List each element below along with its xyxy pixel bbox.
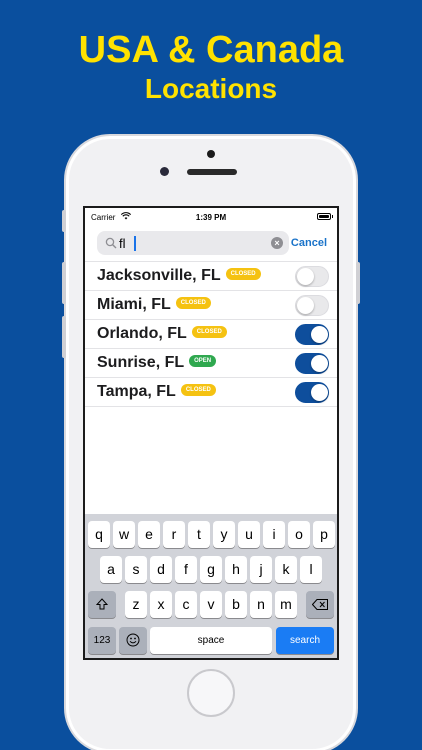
key-f[interactable]: f <box>175 556 197 583</box>
location-name: Jacksonville, FL CLOSED <box>97 267 261 285</box>
key-y[interactable]: y <box>213 521 235 548</box>
phone-mute-switch <box>62 210 66 232</box>
toggle-knob <box>297 297 314 314</box>
key-s[interactable]: s <box>125 556 147 583</box>
key-h[interactable]: h <box>225 556 247 583</box>
status-badge: CLOSED <box>180 383 216 396</box>
text-caret <box>134 236 136 251</box>
numbers-key[interactable]: 123 <box>88 627 116 654</box>
key-q[interactable]: q <box>88 521 110 548</box>
locations-list: Jacksonville, FL CLOSED Miami, FL CLOSED Orl… <box>85 261 337 407</box>
backspace-key[interactable] <box>306 591 334 618</box>
key-o[interactable]: o <box>288 521 310 548</box>
key-g[interactable]: g <box>200 556 222 583</box>
location-name: Miami, FL CLOSED <box>97 296 211 314</box>
key-t[interactable]: t <box>188 521 210 548</box>
location-row[interactable]: Sunrise, FL OPEN <box>85 349 337 378</box>
search-icon <box>105 237 117 249</box>
key-z[interactable]: z <box>125 591 147 618</box>
key-u[interactable]: u <box>238 521 260 548</box>
toggle-knob <box>297 268 314 285</box>
key-e[interactable]: e <box>138 521 160 548</box>
key-j[interactable]: j <box>250 556 272 583</box>
toggle-knob <box>311 384 328 401</box>
location-row[interactable]: Orlando, FL CLOSED <box>85 320 337 349</box>
key-r[interactable]: r <box>163 521 185 548</box>
keyboard: q w e r t y u i o p a s d f g h j k l z … <box>85 514 337 658</box>
shift-icon <box>95 598 109 610</box>
key-l[interactable]: l <box>300 556 322 583</box>
location-name: Sunrise, FL OPEN <box>97 354 217 372</box>
key-d[interactable]: d <box>150 556 172 583</box>
emoji-icon <box>126 633 140 647</box>
promo-subtitle: Locations <box>144 73 278 104</box>
location-toggle[interactable] <box>295 266 329 287</box>
key-p[interactable]: p <box>313 521 335 548</box>
phone-screen: Carrier 1:39 PM × Cancel Jacksonville, F… <box>83 206 339 660</box>
backspace-icon <box>311 599 328 610</box>
location-toggle[interactable] <box>295 324 329 345</box>
promo-title: USA & Canada <box>78 29 344 71</box>
space-key[interactable]: space <box>150 627 272 654</box>
search-input[interactable] <box>119 234 269 252</box>
clear-icon[interactable]: × <box>271 237 283 249</box>
home-button[interactable] <box>187 669 235 717</box>
key-c[interactable]: c <box>175 591 197 618</box>
key-i[interactable]: i <box>263 521 285 548</box>
status-badge: OPEN <box>189 354 217 367</box>
key-b[interactable]: b <box>225 591 247 618</box>
key-w[interactable]: w <box>113 521 135 548</box>
location-row[interactable]: Jacksonville, FL CLOSED <box>85 262 337 291</box>
search-field[interactable]: × <box>97 231 289 255</box>
location-name-label: Sunrise, FL <box>97 354 185 371</box>
location-name: Orlando, FL CLOSED <box>97 325 227 343</box>
location-name-label: Miami, FL <box>97 296 171 313</box>
location-row[interactable]: Miami, FL CLOSED <box>85 291 337 320</box>
status-badge: CLOSED <box>175 296 211 309</box>
key-a[interactable]: a <box>100 556 122 583</box>
status-bar: Carrier 1:39 PM <box>85 208 337 228</box>
key-n[interactable]: n <box>250 591 272 618</box>
location-name-label: Jacksonville, FL <box>97 267 221 284</box>
proximity-sensor <box>160 167 169 176</box>
key-x[interactable]: x <box>150 591 172 618</box>
battery-icon <box>317 213 333 220</box>
key-v[interactable]: v <box>200 591 222 618</box>
location-toggle[interactable] <box>295 353 329 374</box>
emoji-key[interactable] <box>119 627 147 654</box>
search-bar: × Cancel <box>85 228 337 262</box>
location-row[interactable]: Tampa, FL CLOSED <box>85 378 337 407</box>
phone-power-button <box>356 262 360 304</box>
location-toggle[interactable] <box>295 295 329 316</box>
key-m[interactable]: m <box>275 591 297 618</box>
location-toggle[interactable] <box>295 382 329 403</box>
earpiece-speaker <box>187 169 237 175</box>
front-camera <box>207 150 215 158</box>
location-name: Tampa, FL CLOSED <box>97 383 216 401</box>
search-key[interactable]: search <box>276 627 334 654</box>
cancel-button[interactable]: Cancel <box>291 237 327 249</box>
status-badge: CLOSED <box>225 267 261 280</box>
toggle-knob <box>311 326 328 343</box>
toggle-knob <box>311 355 328 372</box>
phone-volume-down <box>62 316 66 358</box>
key-k[interactable]: k <box>275 556 297 583</box>
phone-volume-up <box>62 262 66 304</box>
status-time: 1:39 PM <box>195 213 227 222</box>
location-name-label: Orlando, FL <box>97 325 187 342</box>
status-badge: CLOSED <box>191 325 227 338</box>
shift-key[interactable] <box>88 591 116 618</box>
location-name-label: Tampa, FL <box>97 383 176 400</box>
